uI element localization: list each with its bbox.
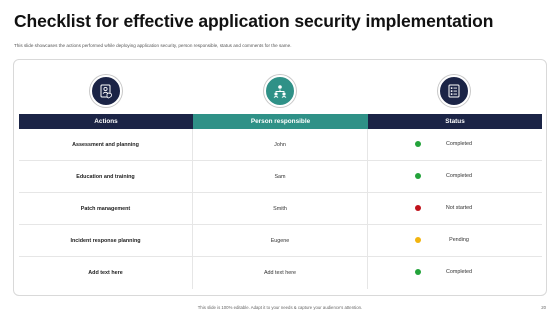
action-cell: Assessment and planning (19, 129, 193, 160)
page-number: 20 (541, 305, 546, 310)
status-label: Not started (445, 205, 473, 211)
table-row: Add text here Add text here Completed (19, 257, 542, 289)
action-cell: Incident response planning (19, 225, 193, 256)
action-cell: Add text here (19, 257, 193, 289)
action-cell: Education and training (19, 161, 193, 192)
security-checklist-table: Actions Person responsible Status Assess… (19, 114, 542, 289)
status-dot-icon (415, 269, 421, 275)
security-checklist-icon (100, 84, 112, 99)
status-cell: Completed (368, 257, 542, 289)
status-label: Completed (445, 173, 473, 179)
status-cell: Completed (368, 129, 542, 160)
status-dot-icon (415, 237, 421, 243)
team-icon (273, 85, 287, 98)
status-dot-icon (415, 141, 421, 147)
header-actions: Actions (19, 114, 193, 129)
security-checklist-badge (90, 75, 122, 107)
slide-subtitle: This slide showcases the actions perform… (14, 43, 292, 48)
person-cell: John (193, 129, 368, 160)
person-cell: Sam (193, 161, 368, 192)
table-row: Assessment and planning John Completed (19, 129, 542, 161)
person-cell: Eugene (193, 225, 368, 256)
status-list-badge (438, 75, 470, 107)
status-cell: Pending (368, 225, 542, 256)
status-label: Completed (445, 141, 473, 147)
person-cell: Smith (193, 193, 368, 224)
footer-note: This slide is 100% editable. Adapt it to… (197, 305, 363, 310)
table-header: Actions Person responsible Status (19, 114, 542, 129)
status-label: Completed (445, 269, 473, 275)
status-dot-icon (415, 173, 421, 179)
table-row: Education and training Sam Completed (19, 161, 542, 193)
status-dot-icon (415, 205, 421, 211)
table-row: Incident response planning Eugene Pendin… (19, 225, 542, 257)
slide-title: Checklist for effective application secu… (14, 11, 494, 31)
person-cell: Add text here (193, 257, 368, 289)
status-list-icon (448, 84, 460, 98)
team-badge (264, 75, 296, 107)
status-cell: Not started (368, 193, 542, 224)
header-status: Status (368, 114, 542, 129)
status-cell: Completed (368, 161, 542, 192)
header-person-responsible: Person responsible (193, 114, 368, 129)
status-label: Pending (449, 237, 469, 243)
action-cell: Patch management (19, 193, 193, 224)
table-row: Patch management Smith Not started (19, 193, 542, 225)
